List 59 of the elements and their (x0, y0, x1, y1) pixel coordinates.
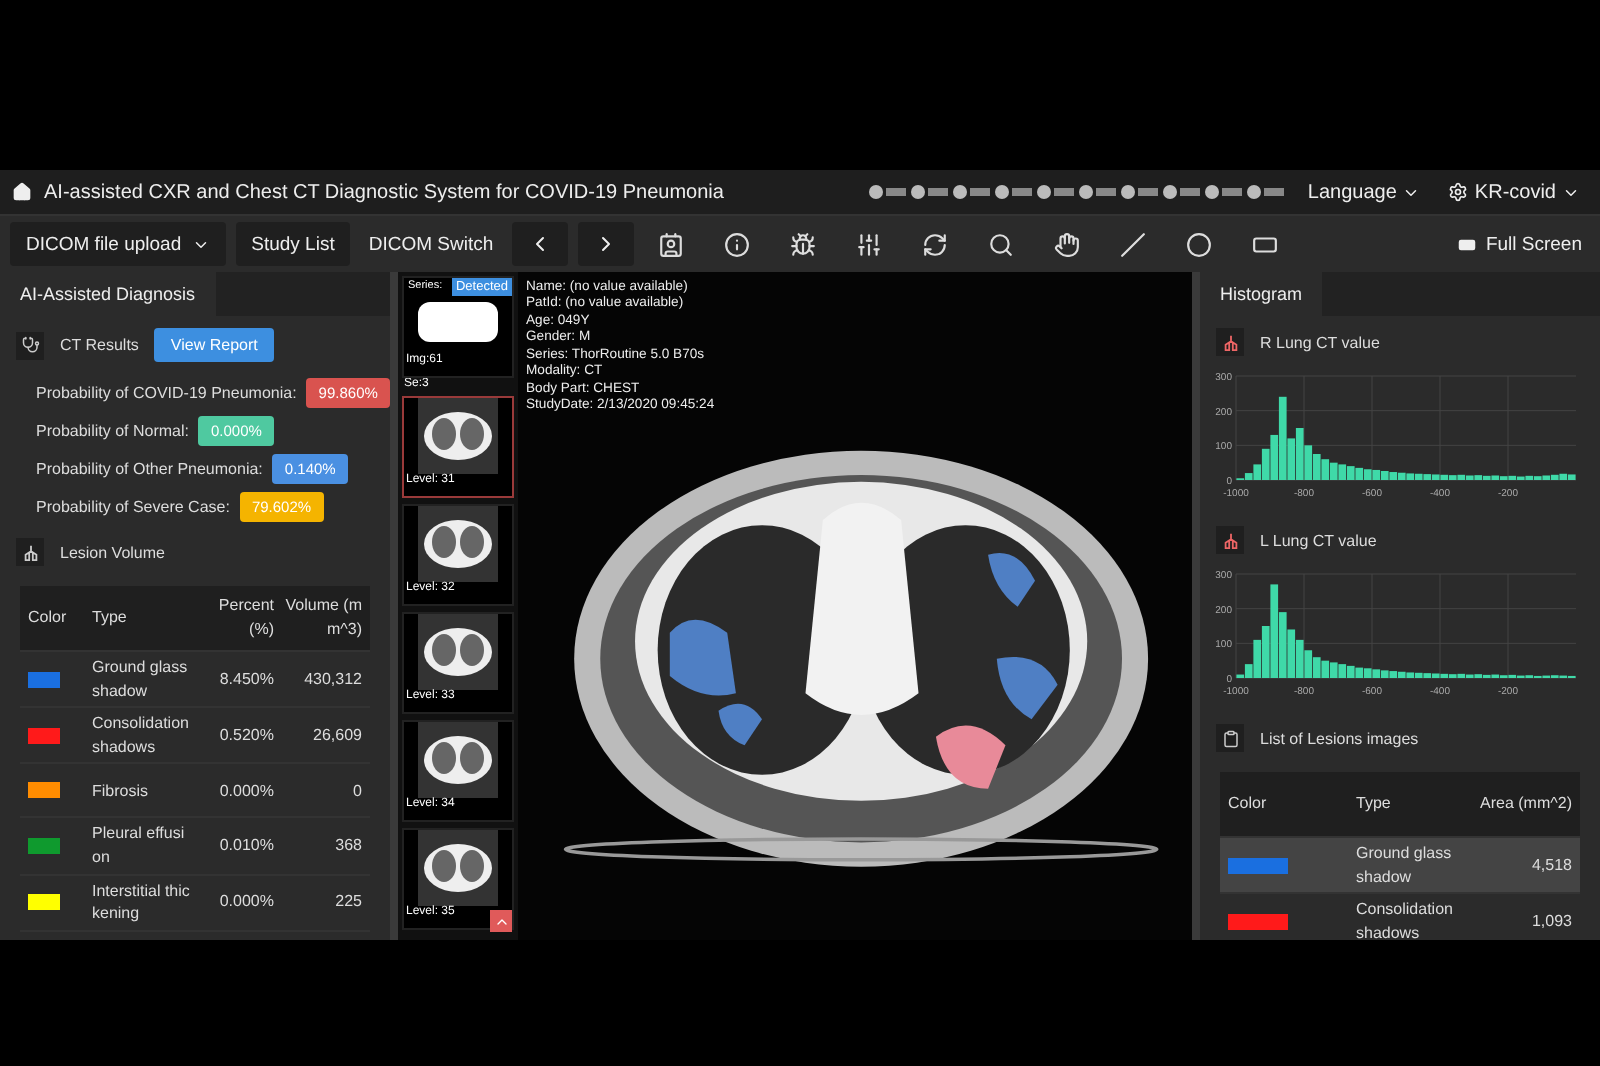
section-title: List of Lesions images (1260, 729, 1419, 747)
diagnosis-tab[interactable]: AI-Assisted Diagnosis (0, 272, 216, 316)
table-cell-text: 225 (333, 890, 362, 914)
table-cell: Interstitial thickening (92, 879, 190, 926)
study-list-button[interactable]: Study List (235, 222, 351, 266)
clipboard-icon (1216, 724, 1244, 752)
full-screen-button[interactable]: Full Screen (1449, 222, 1590, 266)
table-cell-text: Ground glass shadow (1356, 842, 1454, 889)
table-cell-text: 0.520% (217, 723, 274, 748)
gear-icon (1448, 182, 1469, 202)
table-cell-text: Fibrosis (92, 779, 151, 803)
probability-label: Probability of Other Pneumonia: (36, 460, 263, 478)
table-cell-text: 0.010% (217, 834, 274, 858)
table-cell-text: 8.450% (217, 667, 274, 691)
ct-slice-drawing (418, 506, 498, 582)
table-cell-text: 368 (333, 834, 362, 858)
probability-label: Probability of Severe Case: (36, 498, 230, 516)
section-title: Lesion Volume (60, 543, 165, 561)
table-cell-text: 0 (351, 779, 362, 803)
table-cell-text: 1,093 (1529, 909, 1572, 934)
upload-dropdown[interactable]: DICOM file upload (10, 222, 226, 266)
chart-title: L Lung CT value (1260, 531, 1377, 549)
column-header: Percent (%) (216, 594, 274, 642)
ct-slice-drawing (418, 398, 498, 474)
probability-label: Probability of COVID-19 Pneumonia: (36, 384, 297, 402)
table-cell-text: 0.000% (217, 890, 274, 914)
language-menu[interactable]: Language (1299, 181, 1429, 203)
column-header: Type (1356, 792, 1393, 816)
histogram-tab[interactable]: Histogram (1200, 272, 1323, 316)
table-cell-text: 26,609 (311, 723, 362, 748)
lungs-icon (1216, 526, 1244, 554)
column-header: Color (1228, 792, 1269, 816)
lungs-icon (1216, 328, 1244, 356)
table-cell-text: 4,518 (1529, 853, 1572, 877)
table-cell-text: Consolidation shadows (1356, 898, 1455, 940)
lesion-row[interactable]: Consolidation shadows 1,093 (1220, 894, 1580, 940)
table-cell: Consolidation shadows (92, 712, 190, 759)
lesion-row[interactable]: Ground glass shadow 4,518 (1220, 838, 1580, 895)
table-cell-text: Pleural effusion (92, 822, 187, 870)
ct-slice-drawing (418, 614, 498, 690)
user-menu[interactable]: KR-covid (1440, 181, 1588, 203)
table-cell: Ground glass shadow (92, 656, 190, 703)
lungs-icon (16, 538, 44, 566)
probability-label: Probability of Normal: (36, 422, 189, 440)
column-header: Volume (mm^3) (283, 594, 362, 642)
table-cell-text: 0.000% (217, 779, 274, 803)
app-title: AI-assisted CXR and Chest CT Diagnostic System for COVID-19 Pneumonia (44, 181, 724, 203)
home-icon (12, 182, 32, 202)
stethoscope-icon (16, 331, 44, 359)
ct-slice-drawing (418, 830, 498, 906)
column-header: Type (92, 606, 129, 630)
section-title: CT Results (60, 336, 139, 354)
table-cell-text: 430,312 (302, 667, 362, 691)
chart-title: R Lung CT value (1260, 333, 1380, 351)
full-screen-icon (1457, 235, 1476, 253)
column-header: Color (28, 606, 69, 630)
column-header: Area (mm^2) (1478, 792, 1572, 816)
ct-slice-drawing (418, 722, 498, 798)
dicom-switch-button[interactable]: DICOM Switch (360, 222, 502, 266)
